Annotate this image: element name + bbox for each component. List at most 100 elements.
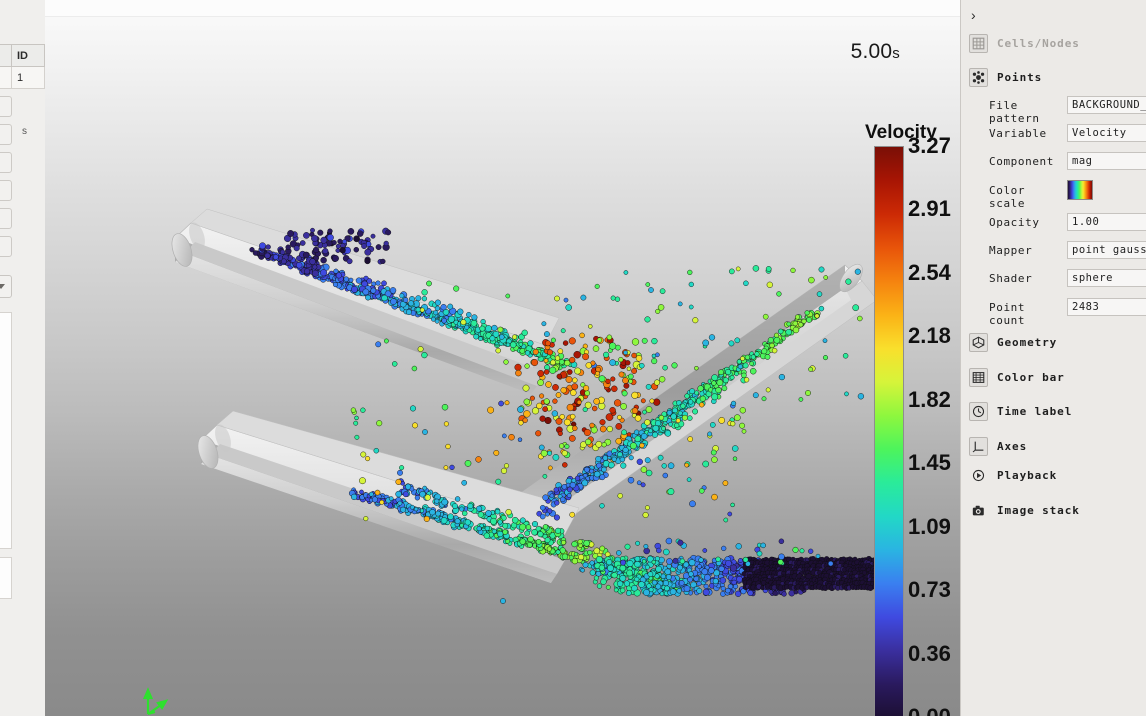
particle (365, 456, 371, 462)
particle (397, 500, 403, 506)
clock-icon-box[interactable] (969, 401, 988, 421)
left-dropdown[interactable] (0, 275, 12, 298)
particle (651, 358, 658, 365)
left-input-2[interactable] (0, 124, 12, 145)
particle (806, 316, 813, 323)
chevron-right-icon[interactable]: › (971, 7, 987, 23)
field-value-opacity[interactable]: 1.00 (1067, 213, 1146, 231)
particle (279, 249, 286, 255)
section-axes[interactable]: Axes (969, 436, 1027, 456)
left-input-5[interactable] (0, 208, 12, 229)
particle (618, 371, 625, 378)
particle (640, 482, 646, 488)
particle (823, 275, 829, 280)
grid-icon-box[interactable] (969, 33, 988, 53)
particle (561, 553, 569, 560)
render-viewport[interactable]: 5.00s Velocity 3.27 2.91 2.54 2.18 1.82 1.45 1… (45, 0, 960, 716)
particle (573, 551, 579, 557)
color-bar[interactable]: Velocity 3.27 2.91 2.54 2.18 1.82 1.45 1.09 0.7… (865, 122, 960, 716)
particle (620, 462, 627, 469)
table-header-id[interactable]: ID (11, 44, 45, 67)
particle (485, 510, 492, 517)
section-geometry[interactable]: Geometry (969, 332, 1057, 352)
particle (675, 418, 681, 424)
particle (402, 491, 409, 498)
particle (579, 332, 585, 339)
particle (461, 510, 468, 517)
particle (540, 449, 548, 457)
particle (495, 347, 501, 354)
particle (537, 531, 544, 538)
particle (573, 350, 581, 359)
particle (694, 390, 700, 396)
section-points[interactable]: Points (969, 67, 1042, 87)
color-scale-swatch[interactable] (1067, 180, 1093, 200)
particle (411, 365, 418, 372)
play-icon-box[interactable] (969, 466, 988, 485)
field-value-mapper[interactable]: point gaussian (1067, 241, 1146, 259)
particle (771, 347, 778, 354)
particle (659, 288, 666, 295)
table-row[interactable]: Data 1 (0, 66, 45, 89)
particle (434, 498, 440, 504)
section-color-bar[interactable]: Color bar (969, 367, 1065, 387)
particle (657, 454, 664, 461)
particle (309, 258, 316, 265)
particle (366, 278, 373, 284)
particles-icon-box[interactable] (969, 67, 988, 87)
field-value-shader[interactable]: sphere (1067, 269, 1146, 287)
particle (399, 465, 405, 471)
field-value-component[interactable]: mag (1067, 152, 1146, 170)
left-input-1[interactable] (0, 96, 12, 117)
particle (623, 350, 628, 355)
section-time-label[interactable]: Time label (969, 401, 1072, 421)
particle (730, 421, 736, 427)
colorbar-icon-box[interactable] (969, 367, 988, 387)
particle (599, 425, 607, 433)
particle (711, 374, 719, 381)
data-table[interactable]: Type ID Data 1 (0, 44, 45, 89)
particle (434, 318, 440, 324)
axes-icon-box[interactable] (969, 436, 988, 456)
camera-icon-box[interactable] (969, 501, 988, 520)
particle (544, 537, 551, 544)
particle (407, 300, 415, 307)
particle (857, 393, 865, 400)
particle (664, 568, 671, 576)
particle (633, 429, 640, 436)
particle (799, 548, 805, 554)
particle (553, 514, 560, 521)
geometry-icon-box[interactable] (969, 332, 988, 352)
particle (335, 248, 341, 253)
particle (656, 547, 662, 554)
particle (426, 280, 432, 287)
particle (320, 269, 328, 277)
table-header-type[interactable]: Type (0, 44, 12, 67)
left-input-3[interactable] (0, 152, 12, 173)
particle (542, 406, 548, 412)
section-playback[interactable]: Playback (969, 465, 1057, 485)
field-value-variable[interactable]: Velocity (1067, 124, 1146, 142)
particle (742, 362, 749, 369)
particle (383, 240, 389, 247)
field-value-file-pattern[interactable]: BACKGROUND_IC (1067, 96, 1146, 114)
color-bar-gradient[interactable] (874, 146, 904, 716)
left-input-4[interactable] (0, 180, 12, 201)
particle (515, 369, 522, 377)
field-value-point-count[interactable]: 2483 (1067, 298, 1146, 316)
particle (566, 486, 573, 493)
left-input-6[interactable] (0, 236, 12, 257)
particle (622, 377, 629, 384)
particle (511, 516, 519, 524)
particle (514, 363, 522, 371)
particle (657, 304, 665, 311)
particle (491, 324, 498, 332)
particle (589, 569, 596, 576)
particles-icon (972, 70, 985, 84)
section-cells-nodes[interactable]: Cells/Nodes (969, 33, 1080, 53)
particle (521, 329, 528, 336)
section-image-stack[interactable]: Image stack (969, 500, 1080, 520)
left-list-box[interactable] (0, 312, 12, 549)
particle (537, 370, 545, 377)
left-list-box-secondary[interactable] (0, 557, 12, 599)
